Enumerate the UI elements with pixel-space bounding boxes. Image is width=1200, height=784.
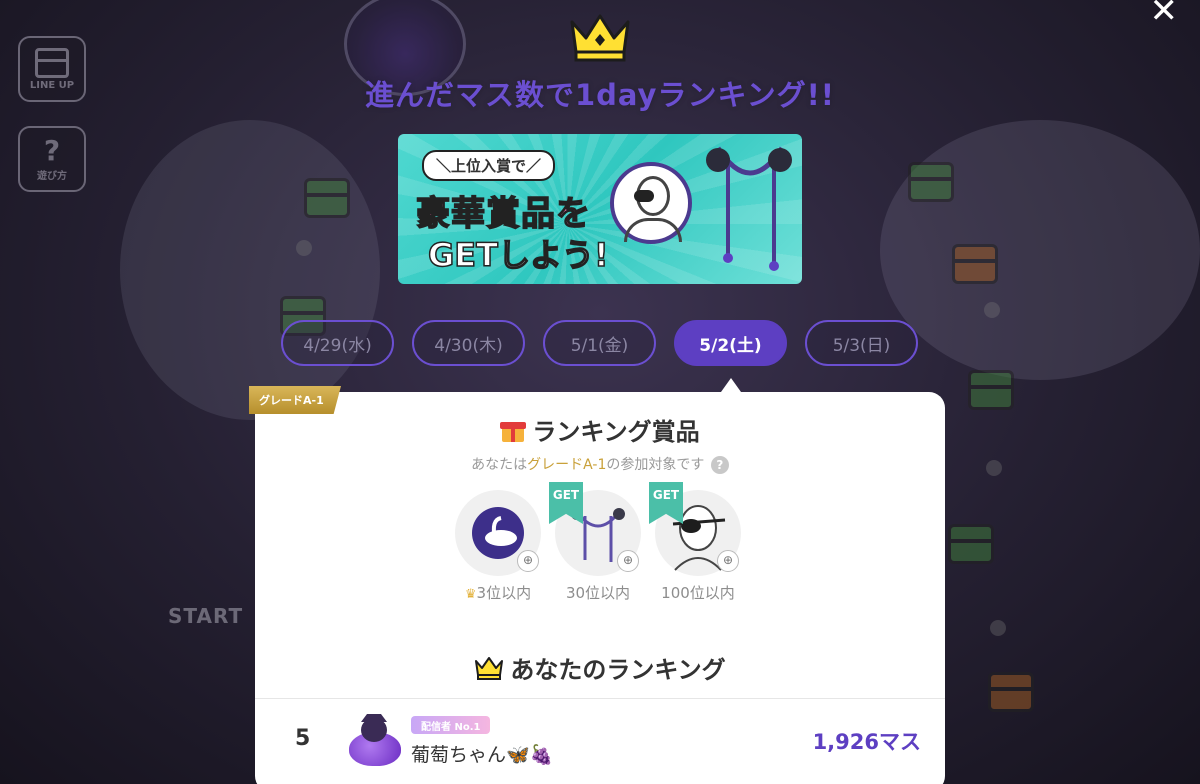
tab-date-0501[interactable]: 5/1(金) — [543, 320, 656, 366]
prize-label: 100位以内 — [661, 584, 735, 602]
prize-label: 30位以内 — [565, 584, 631, 602]
banner-subtitle: ＼上位入賞で／ — [422, 150, 556, 181]
eligibility-suffix: の参加対象です — [606, 457, 705, 473]
zoom-icon[interactable]: ⊕ — [517, 550, 539, 572]
banner-title-line2: GETしよう! — [427, 235, 609, 275]
prize-image[interactable]: ⊕ — [455, 490, 541, 576]
date-tabs: 4/29(水) 4/30(木) 5/1(金) 5/2(土) 5/3(日) — [281, 320, 918, 366]
user-name: 葡萄ちゃん🦋🍇 — [411, 744, 554, 766]
chandelier-icon — [706, 146, 792, 271]
prizes-heading: ランキング賞品 — [255, 412, 945, 447]
my-ranking-heading: あなたのランキング — [255, 650, 945, 685]
how-to-play-label: 遊び方 — [37, 170, 67, 182]
background-glow — [120, 120, 380, 420]
background-chest — [304, 178, 350, 218]
background-chest — [968, 370, 1014, 410]
prize-item[interactable]: GET ⊕ 100位以内 — [649, 482, 741, 603]
crown-mini-icon: ♛ — [464, 587, 477, 602]
zoom-icon[interactable]: ⊕ — [617, 550, 639, 572]
grade-ribbon: グレードA-1 — [249, 386, 341, 414]
my-ranking-title: あなたのランキング — [510, 656, 726, 684]
tab-date-0430[interactable]: 4/30(木) — [412, 320, 525, 366]
eyepatch-avatar-icon — [610, 162, 692, 244]
background-chest — [952, 244, 998, 284]
background-dot — [986, 460, 1002, 476]
banner-title-line1: 豪華賞品を — [415, 193, 591, 235]
eligibility-grade: グレードA-1 — [527, 457, 607, 473]
eligibility-prefix: あなたは — [471, 457, 528, 473]
prize-label: ♛3位以内 — [465, 582, 531, 603]
crown-icon — [570, 14, 630, 62]
help-icon[interactable]: ? — [710, 456, 729, 474]
close-button[interactable]: ✕ — [1150, 0, 1179, 28]
tab-date-0429[interactable]: 4/29(水) — [281, 320, 394, 366]
eligibility-text: あなたはグレードA-1の参加対象です ? — [255, 454, 945, 474]
prize-image[interactable]: GET ⊕ — [649, 482, 741, 576]
streamer-badge: 配信者 No.1 — [411, 716, 491, 734]
background-dot — [990, 620, 1006, 636]
ranking-panel: ランキング賞品 あなたはグレードA-1の参加対象です ? ⊕ ♛3位以内 GET… — [255, 392, 945, 784]
zoom-icon[interactable]: ⊕ — [717, 550, 739, 572]
background-glow — [880, 120, 1200, 380]
how-to-play-button[interactable]: ? 遊び方 — [18, 126, 86, 192]
start-label: START — [168, 604, 244, 628]
promo-banner: ＼上位入賞で／ 豪華賞品を GETしよう! — [398, 134, 802, 284]
prize-item[interactable]: GET ⊕ 30位以内 — [549, 482, 641, 603]
prize-label-text: 3位以内 — [476, 584, 532, 602]
my-ranking-row[interactable]: 5 配信者 No.1 葡萄ちゃん🦋🍇 1,926マス — [255, 706, 945, 776]
divider — [255, 698, 945, 699]
prizes-title: ランキング賞品 — [532, 418, 700, 446]
background-chest — [908, 162, 954, 202]
active-tab-pointer — [721, 378, 741, 392]
rank-number: 5 — [295, 726, 311, 751]
background-dot — [296, 240, 312, 256]
background-chest — [948, 524, 994, 564]
prize-item[interactable]: ⊕ ♛3位以内 — [455, 490, 541, 603]
crown-icon — [475, 656, 504, 680]
avatar[interactable] — [347, 714, 403, 766]
background-dot — [984, 302, 1000, 318]
tab-date-0503[interactable]: 5/3(日) — [805, 320, 918, 366]
tab-date-0502[interactable]: 5/2(土) — [674, 320, 787, 366]
page-headline: 進んだマス数で1dayランキング!! — [364, 78, 836, 112]
prize-list: ⊕ ♛3位以内 GET ⊕ 30位以内 GET ⊕ 100位以内 — [455, 482, 741, 603]
prize-image[interactable]: GET ⊕ — [549, 482, 641, 576]
gift-icon — [500, 417, 527, 443]
background-chest — [988, 672, 1034, 712]
rank-score: 1,926マス — [812, 730, 921, 754]
question-icon: ? — [43, 133, 61, 167]
